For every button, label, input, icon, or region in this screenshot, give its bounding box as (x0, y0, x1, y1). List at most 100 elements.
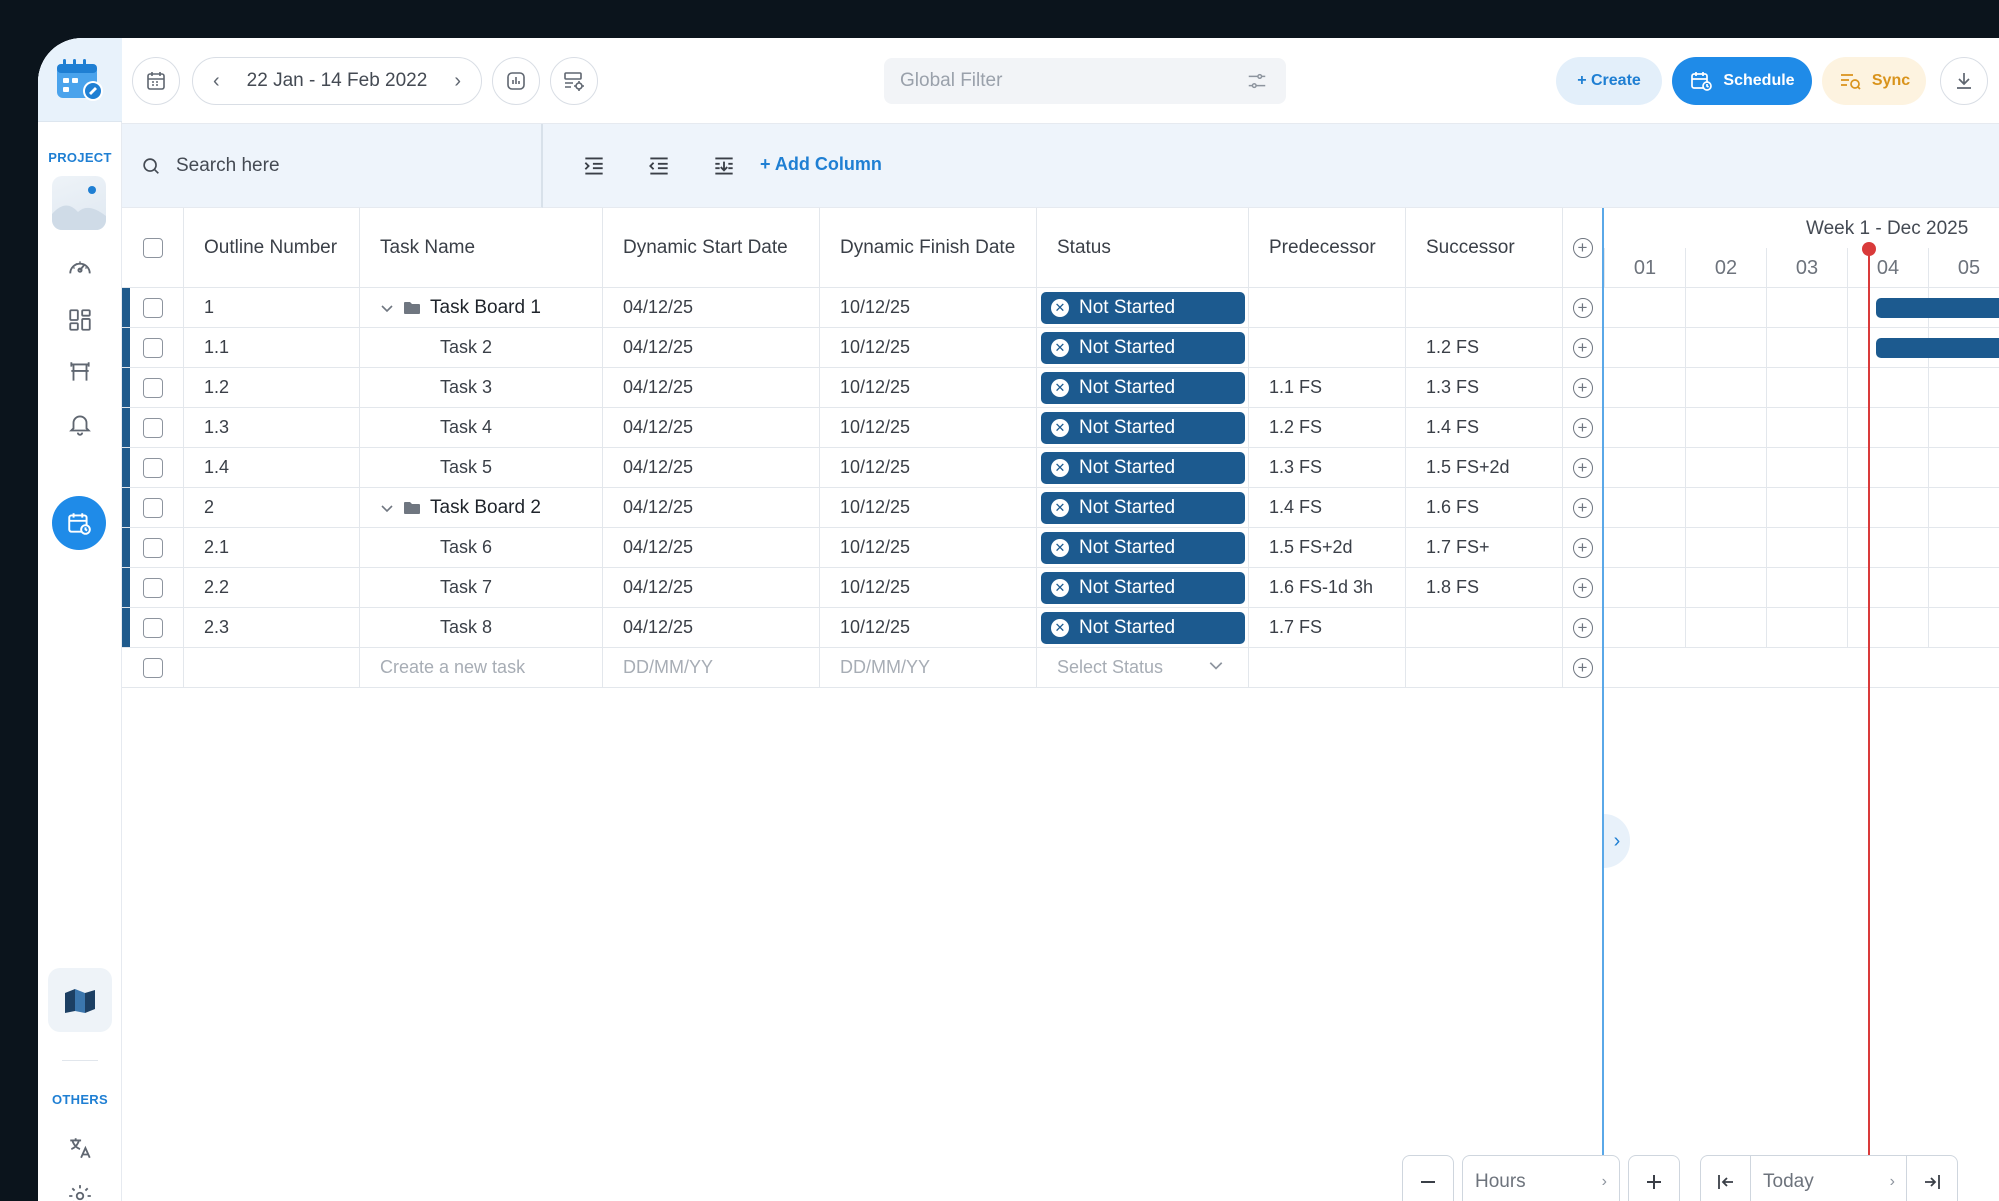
outline-number-cell[interactable]: 1.4 (184, 448, 360, 487)
outdent-button[interactable] (644, 151, 674, 181)
new-row-checkbox[interactable] (142, 657, 163, 678)
header-predecessor[interactable]: Predecessor (1249, 208, 1406, 287)
outline-number-cell[interactable]: 1.1 (184, 328, 360, 367)
predecessor-cell[interactable]: 1.3 FS (1249, 448, 1406, 487)
download-button[interactable] (1940, 57, 1988, 105)
table-row[interactable]: 1 Task Board 1 04/12/25 10/12/25 ✕ Not St… (122, 288, 1602, 328)
chevron-left-icon[interactable]: ‹ (213, 70, 220, 93)
schedule-nav-button[interactable] (52, 496, 106, 550)
new-task-name-input[interactable]: Create a new task (360, 648, 603, 687)
task-name-cell[interactable]: Task 6 (360, 528, 603, 567)
outline-number-cell[interactable]: 2.1 (184, 528, 360, 567)
status-badge[interactable]: ✕ Not Started (1041, 491, 1245, 524)
schedule-button[interactable]: Schedule (1672, 57, 1812, 105)
chevron-right-icon[interactable]: › (454, 70, 461, 93)
row-checkbox[interactable] (142, 617, 163, 638)
successor-cell[interactable] (1406, 608, 1563, 647)
task-name-cell[interactable]: Task Board 1 (360, 288, 603, 327)
new-start-date-input[interactable]: DD/MM/YY (603, 648, 820, 687)
dashboard-icon[interactable] (60, 248, 100, 288)
start-date-cell[interactable]: 04/12/25 (603, 448, 820, 487)
predecessor-cell[interactable]: 1.7 FS (1249, 608, 1406, 647)
task-name-cell[interactable]: Task 4 (360, 408, 603, 447)
predecessor-cell[interactable] (1249, 288, 1406, 327)
status-cell[interactable]: ✕ Not Started (1037, 288, 1249, 327)
status-cell[interactable]: ✕ Not Started (1037, 608, 1249, 647)
successor-cell[interactable]: 1.4 FS (1406, 408, 1563, 447)
new-task-row[interactable]: Create a new task DD/MM/YY DD/MM/YY Sele… (122, 648, 1602, 688)
successor-cell[interactable]: 1.8 FS (1406, 568, 1563, 607)
header-start-date[interactable]: Dynamic Start Date (603, 208, 820, 287)
finish-date-cell[interactable]: 10/12/25 (820, 608, 1037, 647)
add-plus-icon[interactable]: + (1572, 417, 1593, 438)
add-plus-icon[interactable]: + (1572, 577, 1593, 598)
settings-icon[interactable] (60, 1176, 100, 1201)
status-cell[interactable]: ✕ Not Started (1037, 368, 1249, 407)
board-icon[interactable] (60, 352, 100, 392)
global-filter-input[interactable]: Global Filter (884, 58, 1286, 104)
jump-start-button[interactable] (1700, 1155, 1752, 1201)
chevron-down-icon[interactable] (380, 501, 394, 515)
new-successor-cell[interactable] (1406, 648, 1563, 687)
start-date-cell[interactable]: 04/12/25 (603, 288, 820, 327)
finish-date-cell[interactable]: 10/12/25 (820, 448, 1037, 487)
successor-cell[interactable] (1406, 288, 1563, 327)
gantt-task-bar[interactable] (1876, 338, 1999, 358)
status-cell[interactable]: ✕ Not Started (1037, 328, 1249, 367)
outline-number-cell[interactable]: 2 (184, 488, 360, 527)
predecessor-cell[interactable]: 1.2 FS (1249, 408, 1406, 447)
row-checkbox[interactable] (142, 377, 163, 398)
status-select[interactable]: Select Status (1041, 657, 1248, 678)
task-name-cell[interactable]: Task 5 (360, 448, 603, 487)
outline-number-cell[interactable]: 1.2 (184, 368, 360, 407)
successor-cell[interactable]: 1.5 FS+2d (1406, 448, 1563, 487)
zoom-unit-select[interactable]: Hours › (1462, 1155, 1620, 1201)
table-row[interactable]: 2.3 Task 8 04/12/25 10/12/25 ✕ Not Starte… (122, 608, 1602, 648)
filter-sliders-icon[interactable] (1246, 70, 1268, 92)
table-row[interactable]: 1.3 Task 4 04/12/25 10/12/25 ✕ Not Starte… (122, 408, 1602, 448)
date-range-selector[interactable]: ‹ 22 Jan - 14 Feb 2022 › (192, 57, 482, 105)
predecessor-cell[interactable]: 1.1 FS (1249, 368, 1406, 407)
table-row[interactable]: 2.1 Task 6 04/12/25 10/12/25 ✕ Not Starte… (122, 528, 1602, 568)
table-row[interactable]: 1.1 Task 2 04/12/25 10/12/25 ✕ Not Starte… (122, 328, 1602, 368)
status-badge[interactable]: ✕ Not Started (1041, 331, 1245, 364)
row-checkbox[interactable] (142, 417, 163, 438)
table-row[interactable]: 1.4 Task 5 04/12/25 10/12/25 ✕ Not Starte… (122, 448, 1602, 488)
predecessor-cell[interactable]: 1.4 FS (1249, 488, 1406, 527)
outline-number-cell[interactable]: 2.2 (184, 568, 360, 607)
finish-date-cell[interactable]: 10/12/25 (820, 368, 1037, 407)
status-badge[interactable]: ✕ Not Started (1041, 291, 1245, 324)
header-finish-date[interactable]: Dynamic Finish Date (820, 208, 1037, 287)
add-column-plus-icon[interactable]: + (1572, 237, 1593, 258)
add-plus-icon[interactable]: + (1572, 297, 1593, 318)
sync-button[interactable]: Sync (1822, 57, 1926, 105)
task-name-cell[interactable]: Task Board 2 (360, 488, 603, 527)
row-checkbox[interactable] (142, 537, 163, 558)
header-status[interactable]: Status (1037, 208, 1249, 287)
finish-date-cell[interactable]: 10/12/25 (820, 488, 1037, 527)
predecessor-cell[interactable]: 1.6 FS-1d 3h (1249, 568, 1406, 607)
zoom-out-button[interactable] (1402, 1155, 1454, 1201)
jump-end-button[interactable] (1906, 1155, 1958, 1201)
row-checkbox[interactable] (142, 497, 163, 518)
new-finish-date-input[interactable]: DD/MM/YY (820, 648, 1037, 687)
start-date-cell[interactable]: 04/12/25 (603, 608, 820, 647)
status-cell[interactable]: ✕ Not Started (1037, 408, 1249, 447)
create-button[interactable]: + Create (1556, 57, 1662, 105)
view-settings-button[interactable] (550, 57, 598, 105)
add-column-button[interactable]: + Add Column (760, 154, 882, 175)
new-predecessor-cell[interactable] (1249, 648, 1406, 687)
add-plus-icon[interactable]: + (1572, 377, 1593, 398)
task-name-cell[interactable]: Task 3 (360, 368, 603, 407)
table-row[interactable]: 1.2 Task 3 04/12/25 10/12/25 ✕ Not Starte… (122, 368, 1602, 408)
successor-cell[interactable]: 1.2 FS (1406, 328, 1563, 367)
finish-date-cell[interactable]: 10/12/25 (820, 408, 1037, 447)
chevron-down-icon[interactable] (380, 301, 394, 315)
status-cell[interactable]: ✕ Not Started (1037, 568, 1249, 607)
gantt-task-bar[interactable] (1876, 298, 1999, 318)
start-date-cell[interactable]: 04/12/25 (603, 328, 820, 367)
add-plus-icon[interactable]: + (1572, 537, 1593, 558)
start-date-cell[interactable]: 04/12/25 (603, 528, 820, 567)
insert-row-button[interactable] (709, 151, 739, 181)
row-checkbox[interactable] (142, 297, 163, 318)
